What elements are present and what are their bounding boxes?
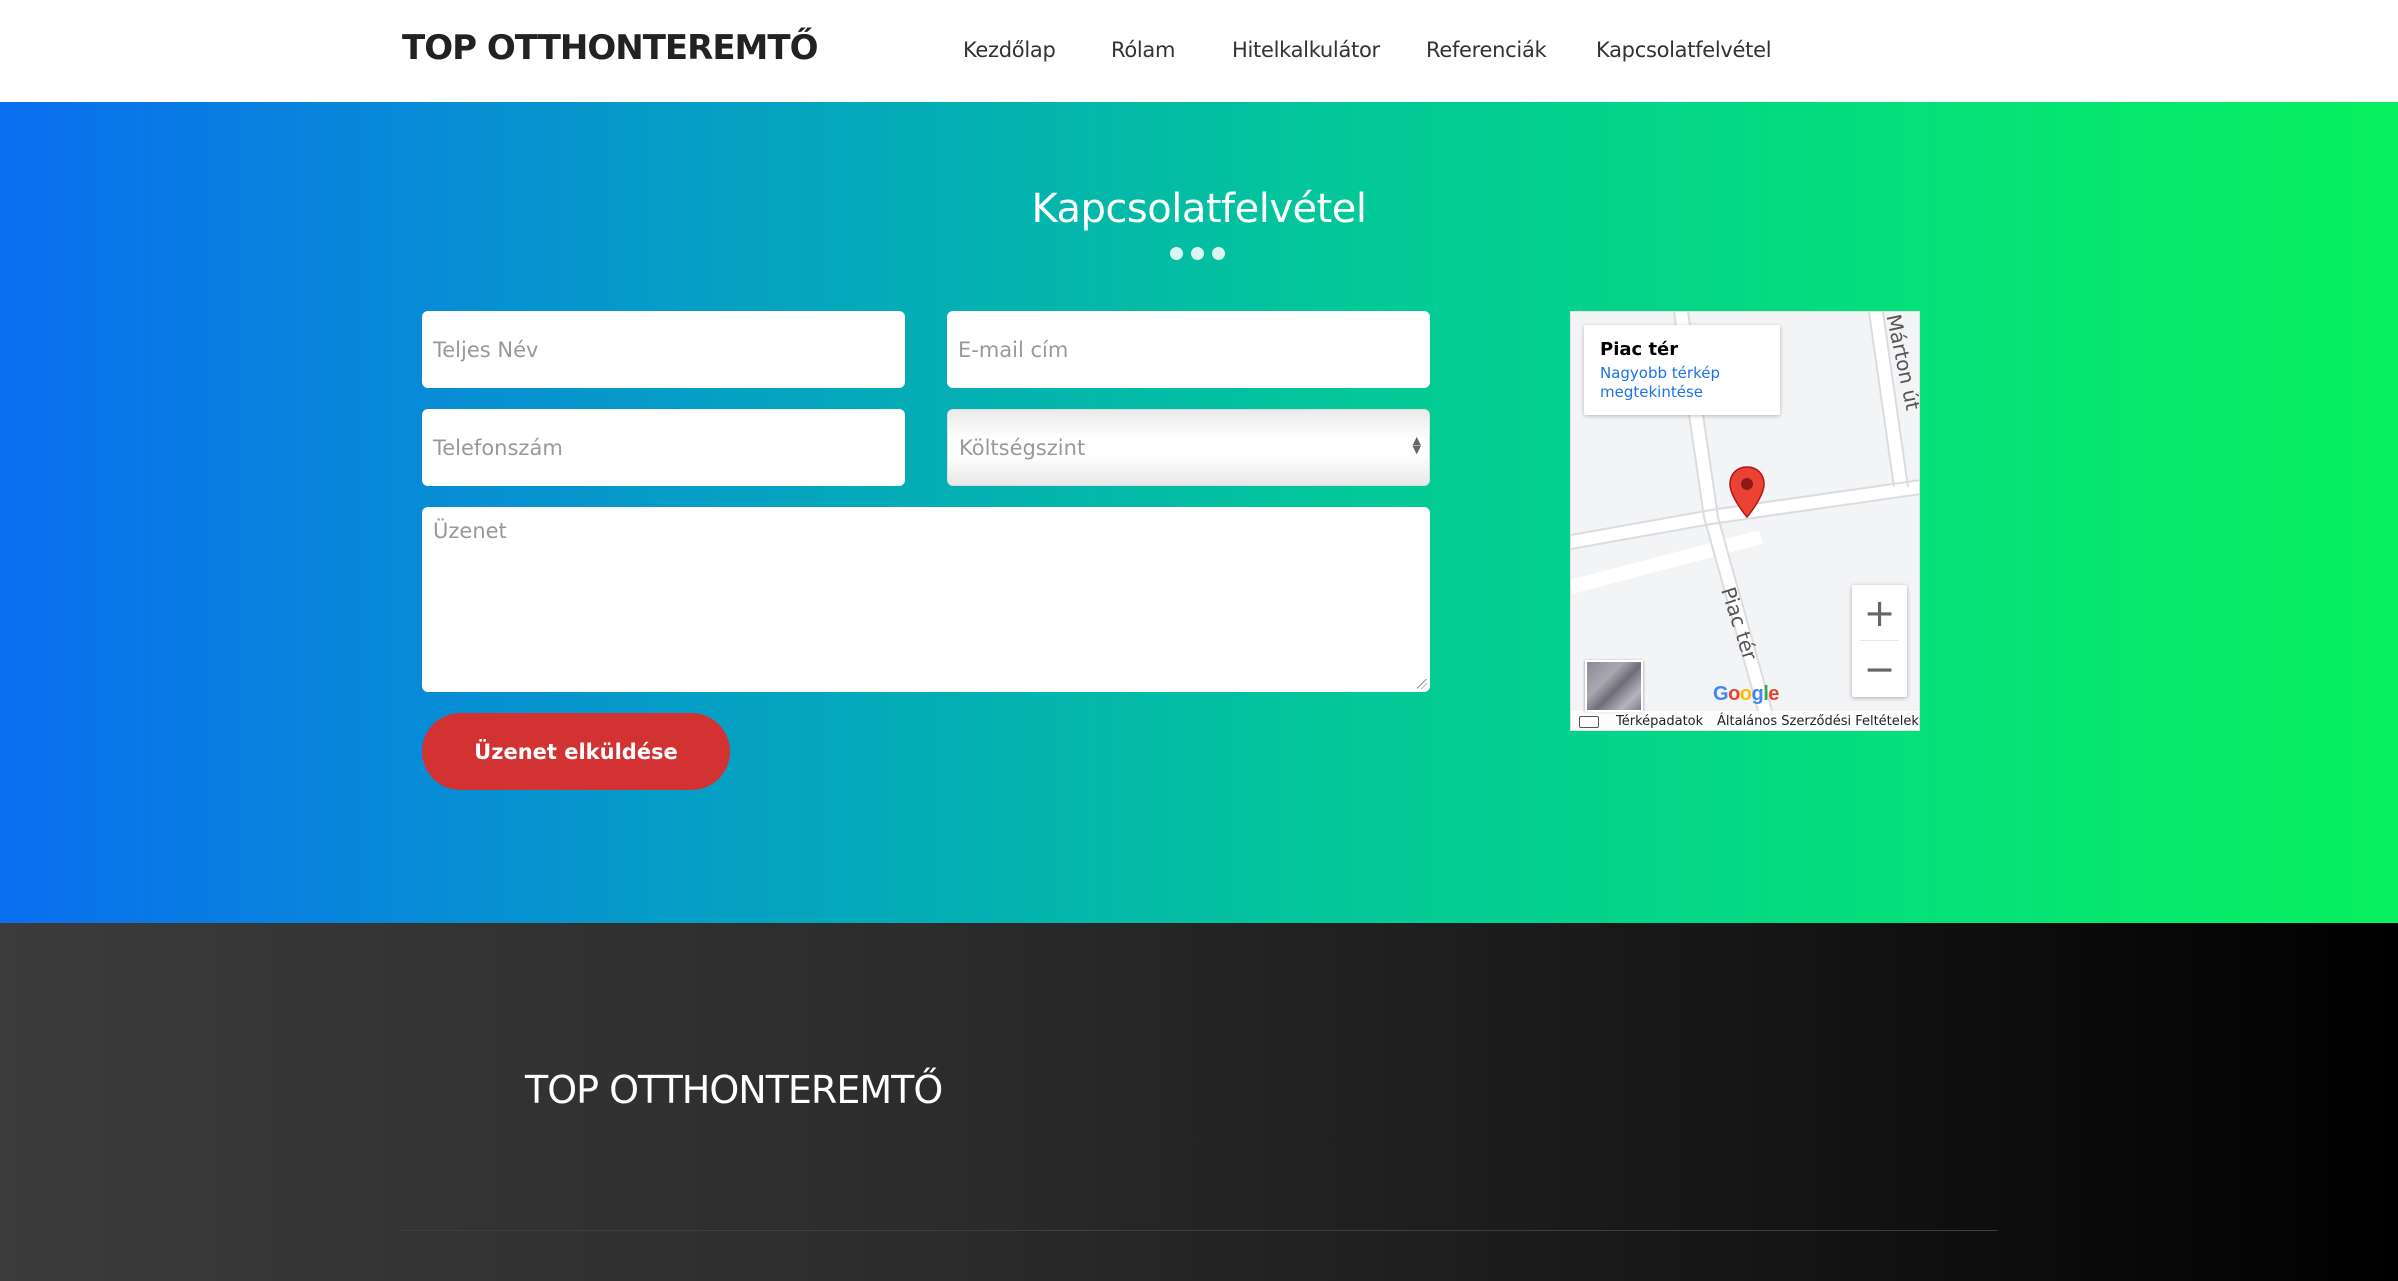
divider-dot bbox=[1191, 247, 1204, 260]
message-placeholder: Üzenet bbox=[433, 519, 507, 543]
place-name: Piac tér bbox=[1600, 339, 1679, 360]
full-name-placeholder: Teljes Név bbox=[433, 337, 539, 362]
zoom-controls: + − bbox=[1852, 585, 1907, 697]
footer-logo: TOP OTTHONTEREMTŐ bbox=[525, 1068, 943, 1112]
select-arrows-icon: ▲ ▼ bbox=[1412, 434, 1421, 456]
footer-divider bbox=[402, 1230, 1998, 1231]
send-message-button[interactable]: Üzenet elküldése bbox=[422, 713, 730, 790]
full-name-input[interactable]: Teljes Név bbox=[422, 311, 905, 388]
zoom-out-button[interactable]: − bbox=[1852, 641, 1907, 697]
title-divider-dots bbox=[1170, 247, 1225, 260]
phone-placeholder: Telefonszám bbox=[433, 435, 563, 460]
budget-select[interactable]: Költségszint ▲ ▼ bbox=[947, 409, 1430, 486]
resize-handle-icon[interactable] bbox=[1417, 679, 1427, 689]
email-input[interactable]: E-mail cím bbox=[947, 311, 1430, 388]
nav-item-contact[interactable]: Kapcsolatfelvétel bbox=[1596, 38, 1772, 62]
satellite-view-toggle[interactable] bbox=[1585, 660, 1643, 712]
message-textarea[interactable]: Üzenet bbox=[422, 507, 1430, 692]
embedded-map[interactable]: Piac tér Márton út Piac tér Nagyobb térk… bbox=[1570, 311, 1920, 731]
budget-selected-value: Költségszint bbox=[959, 435, 1086, 460]
nav-item-loan-calculator[interactable]: Hitelkalkulátor bbox=[1232, 38, 1380, 62]
divider-dot bbox=[1170, 247, 1183, 260]
map-data-link[interactable]: Térképadatok bbox=[1616, 714, 1703, 729]
zoom-in-button[interactable]: + bbox=[1852, 585, 1907, 641]
terms-link[interactable]: Általános Szerződési Feltételek bbox=[1717, 714, 1919, 729]
map-marker-icon[interactable] bbox=[1728, 466, 1766, 518]
site-footer: TOP OTTHONTEREMTŐ bbox=[0, 923, 2398, 1281]
keyboard-shortcuts-icon[interactable] bbox=[1579, 716, 1599, 728]
site-header: TOP OTTHONTEREMTŐ Kezdőlap Rólam Hitelka… bbox=[0, 0, 2398, 102]
divider-dot bbox=[1212, 247, 1225, 260]
section-title: Kapcsolatfelvétel bbox=[1031, 186, 1367, 232]
place-info-card: Piac tér Nagyobb térkép megtekintése bbox=[1584, 325, 1780, 415]
site-logo[interactable]: TOP OTTHONTEREMTŐ bbox=[402, 28, 818, 68]
google-logo: Google bbox=[1713, 683, 1779, 705]
phone-input[interactable]: Telefonszám bbox=[422, 409, 905, 486]
email-placeholder: E-mail cím bbox=[958, 337, 1069, 362]
larger-map-link[interactable]: Nagyobb térkép megtekintése bbox=[1600, 364, 1764, 402]
map-attribution-bar: Térképadatok Általános Szerződési Feltét… bbox=[1571, 711, 1919, 730]
contact-section: Kapcsolatfelvétel Teljes Név E-mail cím … bbox=[0, 102, 2398, 923]
nav-item-references[interactable]: Referenciák bbox=[1426, 38, 1547, 62]
nav-item-home[interactable]: Kezdőlap bbox=[963, 38, 1056, 62]
nav-item-about[interactable]: Rólam bbox=[1111, 38, 1175, 62]
